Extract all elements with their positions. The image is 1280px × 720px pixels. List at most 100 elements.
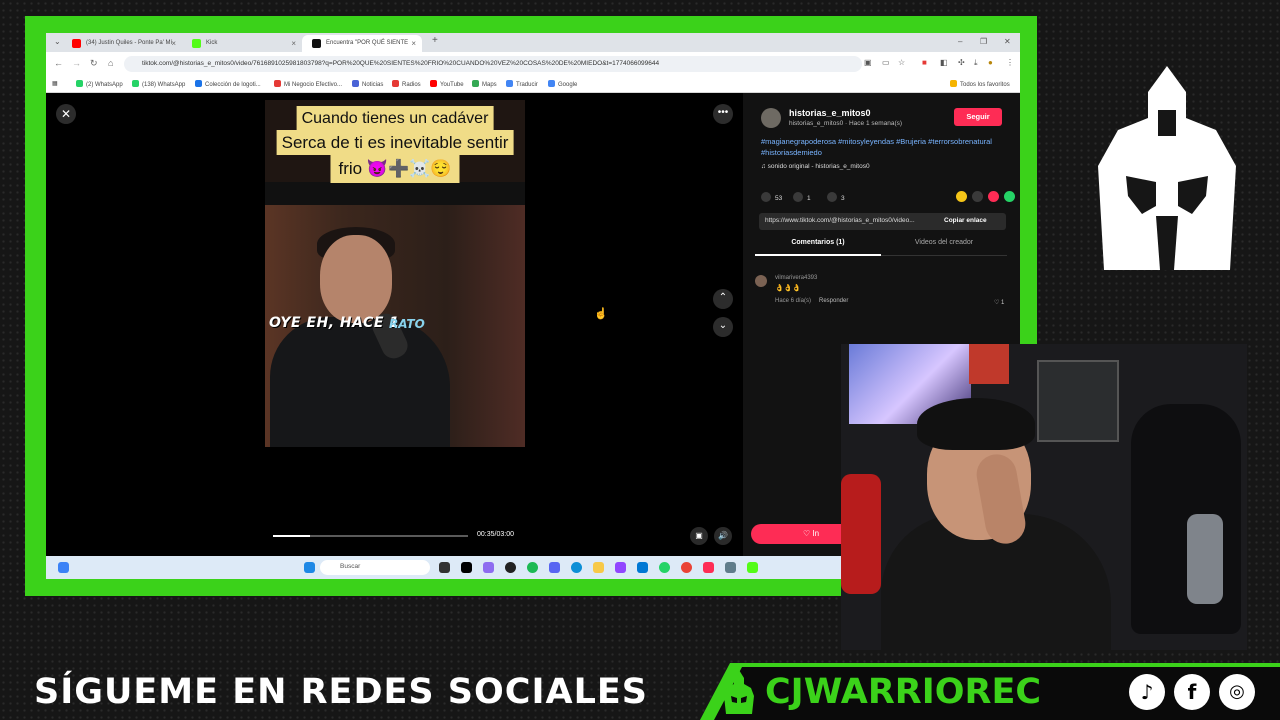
extension-icon[interactable]: ■	[922, 58, 927, 67]
tiktok-app-icon[interactable]	[703, 562, 714, 573]
settings-gear-icon[interactable]	[725, 562, 736, 573]
bookmark-item[interactable]: Mi Negocio Efectivo...	[274, 80, 342, 88]
close-window-button[interactable]: ✕	[1004, 37, 1011, 46]
video-progress-bar[interactable]	[273, 535, 468, 537]
save-button[interactable]: 3	[827, 192, 845, 202]
tab-tiktok[interactable]: Encuentra "POR QUÉ SIENTE ×	[302, 35, 422, 52]
close-tab-icon[interactable]: ×	[411, 39, 416, 48]
video-progress-fill	[273, 535, 311, 537]
cast-icon[interactable]: ▭	[882, 58, 890, 67]
bookmark-icon	[827, 192, 837, 202]
bookmark-item[interactable]: Noticias	[352, 80, 383, 88]
twitch-icon[interactable]	[615, 562, 626, 573]
volume-icon[interactable]: 🔊	[714, 527, 732, 545]
friends-share-icon[interactable]	[956, 191, 967, 202]
bookmark-item[interactable]: Colección de logoti...	[195, 80, 261, 88]
capcut-icon[interactable]	[461, 562, 472, 573]
bookmark-item[interactable]: YouTube	[430, 80, 464, 88]
author-name[interactable]: historias_e_mitos0	[789, 108, 871, 118]
bookmark-item[interactable]: Traducir	[506, 80, 538, 88]
translate-icon	[506, 80, 513, 87]
heart-icon	[761, 192, 771, 202]
tab-search-icon[interactable]: ⌄	[54, 37, 61, 46]
whatsapp-icon[interactable]	[659, 562, 670, 573]
edge-icon[interactable]	[571, 562, 582, 573]
chrome-icon[interactable]	[681, 562, 692, 573]
radio-icon	[392, 80, 399, 87]
facebook-icon[interactable]: f	[1174, 674, 1210, 710]
bookmark-item[interactable]: (138) WhatsApp	[132, 80, 185, 88]
taskbar-search-input[interactable]: Buscar	[320, 560, 430, 575]
video-letterbox	[265, 447, 525, 467]
reload-icon[interactable]: ↻	[90, 58, 98, 69]
file-explorer-icon[interactable]	[593, 562, 604, 573]
more-options-button[interactable]: •••	[713, 104, 733, 124]
kick-icon	[192, 39, 201, 48]
water-bottle	[1187, 514, 1223, 604]
apps-grid-icon[interactable]: ▦	[52, 80, 58, 87]
copy-link-button[interactable]: Copiar enlace	[944, 217, 987, 224]
follow-banner-text: SÍGUEME EN REDES SOCIALES	[34, 672, 648, 712]
tiktok-icon[interactable]: ♪	[1129, 674, 1165, 710]
url-input[interactable]: tiktok.com/@historias_e_mitos0/video/761…	[124, 56, 862, 72]
bookmark-item[interactable]: Radios	[392, 80, 421, 88]
start-icon[interactable]	[304, 562, 315, 573]
google-icon	[548, 80, 555, 87]
translate-icon[interactable]: ▣	[864, 58, 872, 67]
close-tab-icon[interactable]: ×	[291, 39, 296, 48]
back-icon[interactable]: ←	[54, 58, 63, 68]
close-video-button[interactable]: ✕	[56, 104, 76, 124]
spotify-icon[interactable]	[527, 562, 538, 573]
send-icon[interactable]	[988, 191, 999, 202]
embed-icon[interactable]	[972, 191, 983, 202]
forward-icon[interactable]: →	[72, 58, 81, 68]
author-avatar[interactable]	[761, 108, 781, 128]
tab-comments[interactable]: Comentarios (1)	[755, 239, 881, 256]
tab-kick[interactable]: Kick ×	[182, 35, 302, 52]
tab-youtube[interactable]: (34) Justin Quiles - Ponte Pa' Mí ×	[62, 35, 182, 52]
bookmark-item[interactable]: (2) WhatsApp	[76, 80, 123, 88]
next-video-button[interactable]: ⌄	[713, 317, 733, 337]
caption-line-3: frio 😈➕☠️😌	[330, 154, 460, 183]
profile-avatar-icon[interactable]: ●	[988, 58, 993, 67]
task-view-icon[interactable]	[439, 562, 450, 573]
comment-button[interactable]: 1	[793, 192, 811, 202]
helmet-icon	[724, 670, 754, 714]
hashtags[interactable]: #magianegrapoderosa #mitosyleyendas #Bru…	[761, 137, 1006, 158]
url-text: tiktok.com/@historias_e_mitos0/video/761…	[142, 60, 660, 67]
extensions-puzzle-icon[interactable]: ✣	[958, 58, 965, 67]
minimize-button[interactable]: –	[958, 37, 962, 46]
bookmark-star-icon[interactable]: ☆	[898, 58, 905, 67]
home-icon[interactable]: ⌂	[108, 58, 113, 68]
bookmark-item[interactable]: Google	[548, 80, 577, 88]
pip-icon[interactable]: ▣	[690, 527, 708, 545]
menu-kebab-icon[interactable]: ⋮	[1006, 58, 1014, 67]
commenter-name[interactable]: vilmarivera4393	[775, 275, 817, 281]
comment-date: Hace 6 día(s)	[775, 298, 812, 304]
sound-link[interactable]: ♫ sonido original - historias_e_mitos0	[761, 163, 870, 170]
new-tab-button[interactable]: +	[432, 35, 438, 46]
tab-creator-videos[interactable]: Videos del creador	[881, 239, 1007, 256]
comment-like-button[interactable]: ♡ 1	[994, 299, 1004, 306]
extension-icon[interactable]: ◧	[940, 58, 948, 67]
previous-video-button[interactable]: ⌃	[713, 289, 733, 309]
downloads-icon[interactable]: ⤓	[974, 58, 978, 68]
reply-button[interactable]: Responder	[819, 298, 848, 304]
maximize-button[interactable]: ❐	[980, 37, 987, 46]
all-bookmarks[interactable]: Todos los favoritos	[950, 80, 1010, 88]
discord-icon[interactable]	[549, 562, 560, 573]
instagram-icon[interactable]: ◎	[1219, 674, 1255, 710]
like-button[interactable]: 53	[761, 192, 782, 202]
bookmark-item[interactable]: Maps	[472, 80, 497, 88]
kick-app-icon[interactable]	[747, 562, 758, 573]
video-player[interactable]: Cuando tienes un cadáver Serca de ti es …	[265, 100, 525, 467]
store-icon[interactable]	[637, 562, 648, 573]
obs-icon[interactable]	[505, 562, 516, 573]
caption-line-1: Cuando tienes un cadáver	[296, 106, 494, 131]
close-tab-icon[interactable]: ×	[171, 39, 176, 48]
copilot-icon[interactable]	[483, 562, 494, 573]
commenter-avatar[interactable]	[755, 275, 767, 287]
widgets-icon[interactable]	[58, 562, 69, 573]
whatsapp-share-icon[interactable]	[1004, 191, 1015, 202]
follow-button[interactable]: Seguir	[954, 108, 1002, 126]
